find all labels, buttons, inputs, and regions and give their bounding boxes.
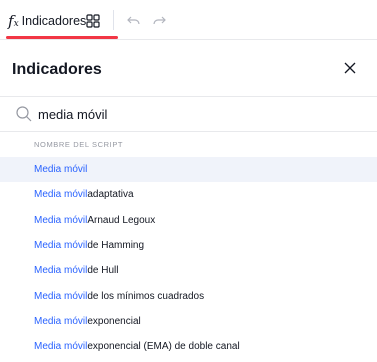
- result-item[interactable]: Media móvil exponencial: [0, 309, 377, 334]
- grid-icon: [86, 14, 100, 28]
- result-match-text: Media móvil: [34, 189, 88, 201]
- indicators-button-label: Indicadores: [21, 14, 87, 28]
- search-input[interactable]: [38, 103, 358, 125]
- search-bar: [0, 96, 377, 132]
- result-match-text: Media móvil: [34, 164, 88, 176]
- section-header: NOMBRE DEL SCRIPT: [34, 140, 124, 149]
- result-match-text: Media móvil: [34, 341, 88, 353]
- result-rest-text: exponencial: [87, 315, 141, 327]
- results-list: Media móvil Media móvil adaptativa Media m…: [0, 157, 377, 359]
- active-tool-underline: [6, 36, 118, 39]
- redo-icon: [153, 16, 166, 25]
- dialog-title: Indicadores: [12, 61, 102, 78]
- result-match-text: Media móvil: [34, 240, 88, 252]
- close-icon: [344, 62, 356, 74]
- function-icon-sub: x: [13, 19, 19, 29]
- result-match-text: Media móvil: [34, 214, 88, 226]
- function-icon: fx: [8, 12, 19, 30]
- result-item[interactable]: Media móvil adaptativa: [0, 182, 377, 207]
- result-item[interactable]: Media móvil de Hamming: [0, 233, 377, 258]
- result-rest-text: Arnaud Legoux: [87, 214, 156, 226]
- indicators-dialog: Indicadores NOMBRE DEL SCRIPT Media móvi…: [0, 40, 377, 362]
- result-rest-text: de Hull: [87, 265, 119, 277]
- result-item[interactable]: Media móvil de Hull: [0, 258, 377, 283]
- result-item[interactable]: Media móvil de los mínimos cuadrados: [0, 283, 377, 308]
- result-match-text: Media móvil: [34, 315, 88, 327]
- result-rest-text: exponencial (EMA) de doble canal: [87, 341, 240, 353]
- undo-icon: [127, 16, 140, 25]
- indicators-button[interactable]: fx Indicadores: [8, 10, 86, 32]
- result-match-text: Media móvil: [34, 265, 88, 277]
- result-item[interactable]: Media móvil exponencial (EMA) de doble c…: [0, 334, 377, 359]
- result-item[interactable]: Media móvil Arnaud Legoux: [0, 208, 377, 233]
- result-rest-text: de los mínimos cuadrados: [87, 290, 205, 302]
- toolbar-divider: [113, 10, 114, 30]
- result-item[interactable]: Media móvil: [0, 157, 377, 183]
- templates-button[interactable]: [82, 10, 104, 32]
- result-rest-text: adaptativa: [87, 189, 134, 201]
- search-icon-container: [15, 105, 33, 123]
- result-rest-text: de Hamming: [87, 240, 145, 252]
- search-icon: [16, 106, 32, 122]
- result-match-text: Media móvil: [34, 290, 88, 302]
- redo-button[interactable]: [148, 10, 170, 32]
- close-button[interactable]: [339, 57, 361, 79]
- chart-toolbar: fx Indicadores: [0, 0, 377, 40]
- undo-button[interactable]: [123, 10, 145, 32]
